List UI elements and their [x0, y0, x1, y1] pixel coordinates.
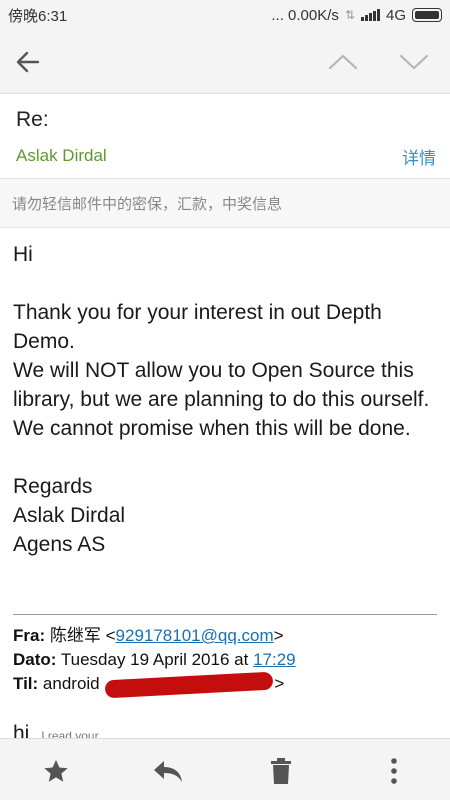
signal-icon: [360, 9, 380, 21]
from-name: 陈继军: [49, 626, 101, 645]
quote-divider: [13, 614, 437, 615]
battery-icon: [412, 8, 442, 22]
star-icon[interactable]: [36, 751, 76, 791]
from-email-link[interactable]: 929178101@qq.com: [116, 626, 274, 645]
top-navigation-bar: [0, 30, 450, 94]
details-link[interactable]: 详情: [402, 144, 436, 169]
quoted-header: Fra: 陈继军 <929178101@qq.com> Dato: Tuesda…: [13, 624, 443, 698]
from-label: Fra:: [13, 626, 46, 645]
email-sender[interactable]: Aslak Dirdal: [16, 146, 107, 166]
redaction-mark: [105, 671, 274, 698]
quoted-to-row: Til: android >: [13, 671, 443, 698]
date-label: Dato:: [13, 650, 57, 669]
network-speed: ... 0.00K/s: [271, 6, 339, 24]
back-arrow-icon[interactable]: [10, 44, 46, 80]
more-options-icon[interactable]: [374, 751, 414, 791]
status-bar: 傍晚6:31 ... 0.00K/s ⇅ 4G: [0, 0, 450, 30]
date-text: Tuesday 19 April 2016 at: [60, 650, 249, 669]
reply-icon[interactable]: [148, 751, 188, 791]
body-paragraph-line: We will NOT allow you to Open Source thi…: [13, 359, 430, 440]
bottom-action-bar: [0, 738, 450, 800]
to-close-bracket: >: [274, 674, 285, 693]
status-time: 傍晚6:31: [8, 7, 68, 25]
status-indicators: ... 0.00K/s ⇅ 4G: [271, 7, 442, 24]
next-chevron-icon[interactable]: [396, 44, 432, 80]
previous-chevron-icon[interactable]: [325, 44, 361, 80]
quoted-date-row: Dato: Tuesday 19 April 2016 at 17:29: [13, 648, 443, 672]
warning-text: 请勿轻信邮件中的密保，汇款，中奖信息: [12, 195, 283, 213]
from-close-bracket: >: [273, 626, 284, 645]
from-open-bracket: <: [105, 626, 116, 645]
to-name: android: [42, 674, 100, 693]
email-body: Hi Thank you for your interest in out De…: [13, 240, 438, 559]
delete-icon[interactable]: [261, 751, 301, 791]
body-greeting: Hi: [13, 243, 33, 266]
network-type: 4G: [385, 6, 406, 24]
body-closing: Regards: [13, 475, 93, 498]
to-label: Til:: [13, 674, 39, 693]
body-signature-name: Aslak Dirdal: [13, 504, 126, 527]
date-time-link[interactable]: 17:29: [253, 650, 296, 669]
security-warning-banner: 请勿轻信邮件中的密保，汇款，中奖信息: [0, 178, 450, 228]
quoted-from-row: Fra: 陈继军 <929178101@qq.com>: [13, 624, 443, 648]
email-subject: Re:: [16, 108, 49, 131]
data-arrows-icon: ⇅: [344, 8, 355, 22]
body-paragraph-line: Thank you for your interest in out Depth…: [13, 301, 382, 353]
body-signature-company: Agens AS: [13, 533, 106, 556]
